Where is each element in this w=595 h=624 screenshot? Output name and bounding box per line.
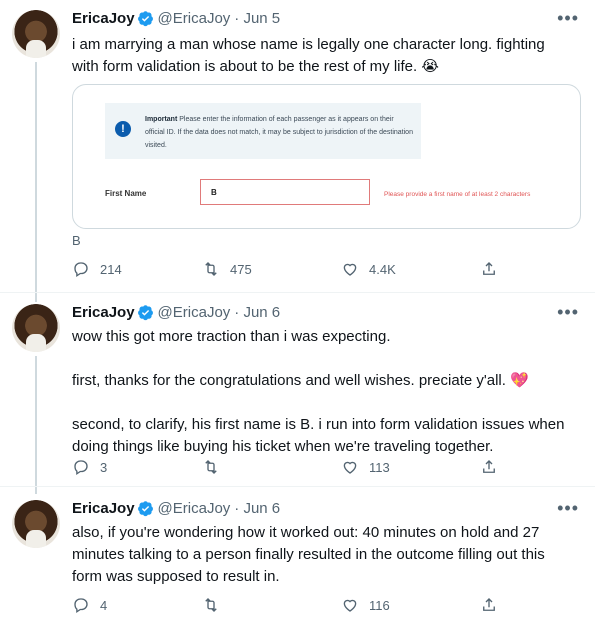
tweet-header: EricaJoy @EricaJoy · Jun 5 bbox=[72, 10, 280, 27]
share-button[interactable] bbox=[480, 458, 498, 476]
more-options-icon[interactable]: ••• bbox=[557, 302, 579, 323]
verified-badge-icon bbox=[137, 11, 153, 27]
tweet-paragraph: also, if you're wondering how it worked … bbox=[72, 524, 545, 585]
timestamp[interactable]: · Jun 6 bbox=[234, 500, 280, 517]
share-icon bbox=[483, 460, 495, 473]
tweet-text: wow this got more traction than i was ex… bbox=[72, 326, 572, 458]
notice-text: Important Please enter the information o… bbox=[145, 113, 415, 152]
retweet-icon bbox=[205, 598, 217, 612]
divider bbox=[0, 486, 595, 487]
heart-icon bbox=[343, 263, 357, 276]
reply-button[interactable]: 4 bbox=[72, 596, 107, 614]
notice-title: Important bbox=[145, 116, 178, 123]
reply-count: 3 bbox=[100, 459, 108, 475]
like-button[interactable]: 113 bbox=[341, 458, 390, 476]
like-count: 4.4K bbox=[369, 261, 396, 277]
display-name[interactable]: EricaJoy bbox=[72, 500, 135, 517]
divider bbox=[0, 292, 595, 293]
handle[interactable]: @EricaJoy bbox=[158, 500, 231, 517]
avatar[interactable] bbox=[12, 304, 60, 352]
handle[interactable]: @EricaJoy bbox=[158, 304, 231, 321]
display-name[interactable]: EricaJoy bbox=[72, 10, 135, 27]
tweet-actions: 4 116 bbox=[72, 596, 502, 616]
reply-icon bbox=[74, 598, 88, 614]
share-button[interactable] bbox=[480, 596, 498, 614]
tweet-text: also, if you're wondering how it worked … bbox=[72, 522, 572, 588]
first-name-field: B bbox=[200, 179, 370, 205]
reply-count: 214 bbox=[100, 261, 122, 277]
first-name-label: First Name bbox=[105, 189, 147, 198]
reply-button[interactable]: 3 bbox=[72, 458, 107, 476]
image-alt-text: B bbox=[72, 233, 81, 248]
attached-image[interactable]: ! Important Please enter the information… bbox=[72, 84, 581, 229]
tweet-paragraph: first, thanks for the congratulations an… bbox=[72, 372, 529, 389]
tweet-paragraph: i am marrying a man whose name is legall… bbox=[72, 36, 545, 75]
tweet-header: EricaJoy @EricaJoy · Jun 6 bbox=[72, 500, 280, 517]
reply-count: 4 bbox=[100, 597, 108, 613]
timestamp[interactable]: · Jun 5 bbox=[234, 10, 280, 27]
tweet-paragraph: wow this got more traction than i was ex… bbox=[72, 328, 391, 345]
info-icon: ! bbox=[115, 121, 131, 137]
verified-badge-icon bbox=[137, 501, 153, 517]
reply-icon bbox=[74, 460, 88, 476]
retweet-button[interactable] bbox=[202, 596, 230, 614]
avatar[interactable] bbox=[12, 10, 60, 58]
tweet-actions: 3 113 bbox=[72, 458, 502, 478]
heart-icon bbox=[343, 599, 357, 612]
heart-icon bbox=[343, 461, 357, 474]
timestamp[interactable]: · Jun 6 bbox=[234, 304, 280, 321]
like-count: 116 bbox=[369, 597, 390, 613]
tweet-actions: 214 475 4.4K bbox=[72, 260, 502, 280]
avatar[interactable] bbox=[12, 500, 60, 548]
more-options-icon[interactable]: ••• bbox=[557, 8, 579, 29]
tweet-paragraph: second, to clarify, his first name is B.… bbox=[72, 416, 565, 455]
display-name[interactable]: EricaJoy bbox=[72, 304, 135, 321]
tweet[interactable]: EricaJoy @EricaJoy · Jun 6 ••• also, if … bbox=[0, 490, 595, 624]
like-button[interactable]: 4.4K bbox=[341, 260, 396, 278]
tweet[interactable]: EricaJoy @EricaJoy · Jun 6 ••• wow this … bbox=[0, 294, 595, 484]
tweet-header: EricaJoy @EricaJoy · Jun 6 bbox=[72, 304, 280, 321]
retweet-button[interactable] bbox=[202, 458, 230, 476]
like-count: 113 bbox=[369, 459, 390, 475]
reply-icon bbox=[74, 262, 88, 278]
share-icon bbox=[483, 262, 495, 275]
retweet-icon bbox=[205, 460, 217, 474]
like-button[interactable]: 116 bbox=[341, 596, 390, 614]
share-icon bbox=[483, 598, 495, 611]
retweet-button[interactable]: 475 bbox=[202, 260, 252, 278]
share-button[interactable] bbox=[480, 260, 498, 278]
notice-body: Please enter the information of each pas… bbox=[145, 116, 413, 149]
validation-error: Please provide a first name of at least … bbox=[384, 191, 531, 198]
more-options-icon[interactable]: ••• bbox=[557, 498, 579, 519]
important-notice: ! Important Please enter the information… bbox=[105, 103, 421, 159]
retweet-count: 475 bbox=[230, 261, 252, 277]
reply-button[interactable]: 214 bbox=[72, 260, 122, 278]
handle[interactable]: @EricaJoy bbox=[158, 10, 231, 27]
retweet-icon bbox=[205, 262, 217, 276]
tweet[interactable]: EricaJoy @EricaJoy · Jun 5 ••• i am marr… bbox=[0, 0, 595, 290]
tweet-text: i am marrying a man whose name is legall… bbox=[72, 34, 572, 78]
verified-badge-icon bbox=[137, 305, 153, 321]
